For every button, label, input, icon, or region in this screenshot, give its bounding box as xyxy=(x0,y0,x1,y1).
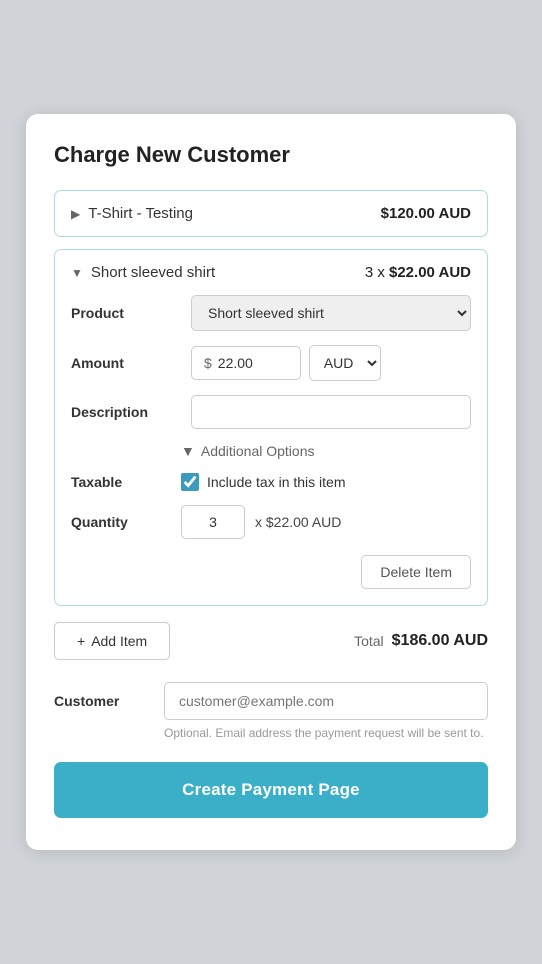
amount-input-wrapper[interactable]: $ xyxy=(191,346,301,380)
customer-row: Customer Optional. Email address the pay… xyxy=(54,682,488,740)
delete-item-container: Delete Item xyxy=(71,555,471,589)
item-row-expanded: ▼ Short sleeved shirt 3 x $22.00 AUD Pro… xyxy=(54,249,488,606)
product-label: Product xyxy=(71,305,181,321)
item-expanded-header: ▼ Short sleeved shirt 3 x $22.00 AUD xyxy=(71,264,471,281)
taxable-row: Taxable Include tax in this item xyxy=(71,473,471,491)
item-row-left: ▶ T-Shirt - Testing xyxy=(71,205,193,222)
plus-icon: + xyxy=(77,633,85,649)
customer-label: Customer xyxy=(54,693,154,709)
amount-group: $ AUD USD EUR xyxy=(191,345,471,381)
total-amount: $186.00 AUD xyxy=(392,632,488,650)
amount-input[interactable] xyxy=(218,355,288,371)
action-row: + Add Item Total $186.00 AUD xyxy=(54,622,488,660)
total-label: Total xyxy=(354,633,384,649)
page-title: Charge New Customer xyxy=(54,142,488,168)
product-select[interactable]: Short sleeved shirt xyxy=(191,295,471,331)
expanded-item-price: 3 x $22.00 AUD xyxy=(365,264,471,281)
amount-label: Amount xyxy=(71,355,181,371)
description-label: Description xyxy=(71,404,181,420)
customer-hint: Optional. Email address the payment requ… xyxy=(164,726,488,740)
currency-select[interactable]: AUD USD EUR xyxy=(309,345,381,381)
amount-row: Amount $ AUD USD EUR xyxy=(71,345,471,381)
taxable-label: Taxable xyxy=(71,474,181,490)
charge-form: Charge New Customer ▶ T-Shirt - Testing … xyxy=(26,114,516,850)
quantity-label: Quantity xyxy=(71,514,181,530)
customer-email-input[interactable] xyxy=(164,682,488,720)
taxable-checkbox[interactable] xyxy=(181,473,199,491)
item-row-collapsed[interactable]: ▶ T-Shirt - Testing $120.00 AUD xyxy=(54,190,488,237)
quantity-input[interactable] xyxy=(181,505,245,539)
quantity-multiplier: x $22.00 AUD xyxy=(255,514,341,530)
chevron-down-icon: ▼ xyxy=(71,266,83,280)
chevron-down-small-icon: ▼ xyxy=(181,443,195,459)
create-payment-page-button[interactable]: Create Payment Page xyxy=(54,762,488,818)
chevron-right-icon: ▶ xyxy=(71,207,80,221)
description-input[interactable] xyxy=(191,395,471,429)
quantity-row: Quantity x $22.00 AUD xyxy=(71,505,471,539)
taxable-check-label: Include tax in this item xyxy=(207,474,346,490)
item-name: T-Shirt - Testing xyxy=(88,205,193,222)
description-row: Description xyxy=(71,395,471,429)
taxable-check-group: Include tax in this item xyxy=(181,473,346,491)
additional-options-label: Additional Options xyxy=(201,443,315,459)
delete-item-button[interactable]: Delete Item xyxy=(361,555,471,589)
customer-inner: Customer xyxy=(54,682,488,720)
currency-symbol: $ xyxy=(204,355,212,371)
expanded-item-name: Short sleeved shirt xyxy=(91,264,215,281)
item-price: $120.00 AUD xyxy=(381,205,471,222)
add-item-button[interactable]: + Add Item xyxy=(54,622,170,660)
additional-options-toggle[interactable]: ▼ Additional Options xyxy=(181,443,471,459)
item-expanded-header-left[interactable]: ▼ Short sleeved shirt xyxy=(71,264,215,281)
product-row: Product Short sleeved shirt xyxy=(71,295,471,331)
add-item-label: Add Item xyxy=(91,633,147,649)
total-section: Total $186.00 AUD xyxy=(354,632,488,650)
